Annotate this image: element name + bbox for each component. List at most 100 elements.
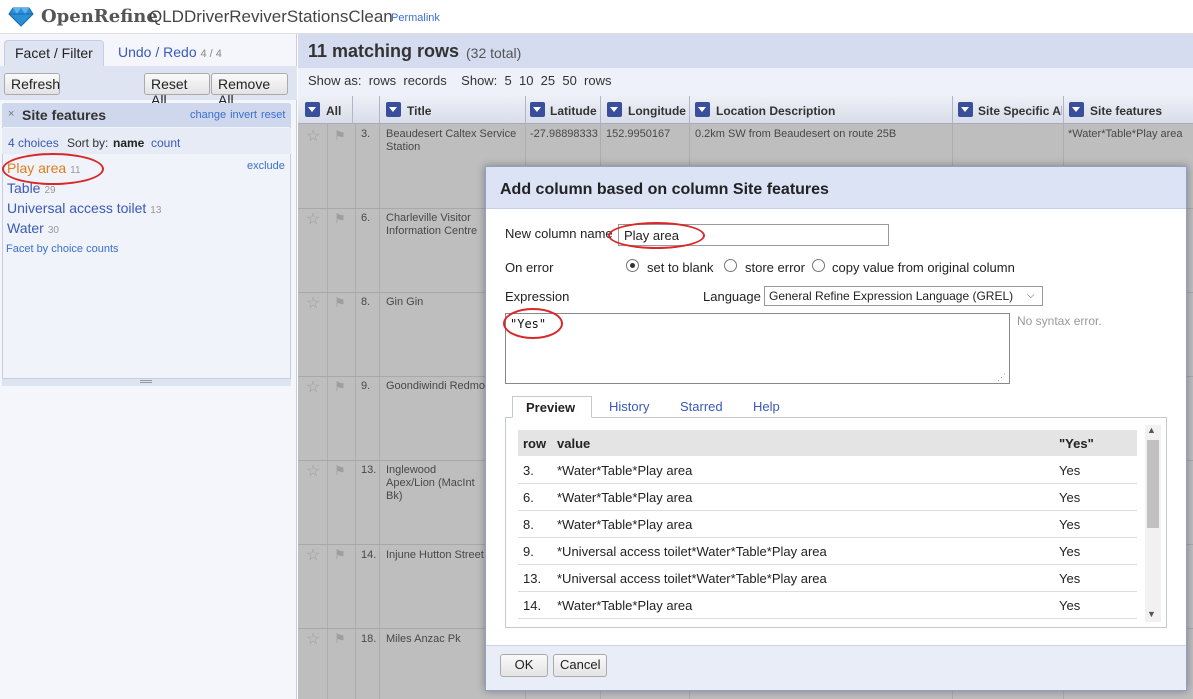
col-divider bbox=[379, 96, 380, 124]
facet-title: Site features bbox=[22, 107, 107, 123]
col-divider bbox=[1063, 96, 1064, 124]
column-menu-icon[interactable] bbox=[958, 102, 973, 117]
app-name[interactable]: OpenRefine bbox=[41, 6, 158, 27]
sort-by-count[interactable]: count bbox=[151, 136, 180, 150]
radio-copy-value[interactable] bbox=[812, 259, 825, 272]
column-menu-icon[interactable] bbox=[386, 102, 401, 117]
close-icon[interactable]: × bbox=[8, 108, 14, 120]
column-menu-icon[interactable] bbox=[1069, 102, 1084, 117]
choice-count: 30 bbox=[47, 225, 59, 236]
ok-button[interactable]: OK bbox=[500, 654, 548, 677]
tab-undo-redo[interactable]: Undo / Redo 4 / 4 bbox=[118, 44, 222, 60]
project-name[interactable]: QLDDriverReviverStationsClean bbox=[149, 7, 393, 27]
row-divider bbox=[518, 564, 1137, 565]
expression-textarea[interactable]: "Yes" bbox=[505, 313, 1010, 384]
preview-row-num: 9. bbox=[523, 544, 534, 559]
column-header-longitude[interactable]: Longitude bbox=[628, 104, 686, 118]
column-header-location-description[interactable]: Location Description bbox=[716, 104, 835, 118]
preview-table-header bbox=[518, 430, 1137, 456]
scrollbar-thumb[interactable] bbox=[1147, 440, 1159, 528]
preview-row-value: *Water*Table*Play area bbox=[557, 598, 693, 613]
diamond-logo-icon[interactable] bbox=[8, 7, 34, 27]
facet-choice-water[interactable]: Water 30 bbox=[7, 220, 59, 236]
preview-row-result: Yes bbox=[1059, 517, 1081, 532]
refresh-button[interactable]: Refresh bbox=[4, 73, 60, 95]
col-divider bbox=[600, 96, 601, 124]
permalink-link[interactable]: Permalink bbox=[391, 12, 440, 24]
resize-grip-icon[interactable]: ⋰ bbox=[997, 372, 1006, 383]
preview-row-value: *Water*Table*Play area bbox=[557, 463, 693, 478]
preview-row-result: Yes bbox=[1059, 544, 1081, 559]
preview-row-result: Yes bbox=[1059, 571, 1081, 586]
choice-label: Water bbox=[7, 220, 44, 236]
store-error-label[interactable]: store error bbox=[745, 260, 805, 275]
language-select[interactable]: General Refine Expression Language (GREL… bbox=[764, 286, 1043, 306]
tab-preview[interactable]: Preview bbox=[512, 396, 592, 418]
expression-label: Expression bbox=[505, 289, 570, 304]
chevron-down-icon: ⌵ bbox=[1027, 290, 1035, 301]
facet-choice-universal-access-toilet[interactable]: Universal access toilet 13 bbox=[7, 200, 161, 216]
column-menu-icon[interactable] bbox=[695, 102, 710, 117]
preview-row-num: 13. bbox=[523, 571, 542, 586]
preview-row-value: *Universal access toilet*Water*Table*Pla… bbox=[557, 544, 827, 559]
set-to-blank-label[interactable]: set to blank bbox=[647, 260, 714, 275]
facet-actions: change invert reset bbox=[186, 109, 285, 121]
facet-reset-link[interactable]: reset bbox=[261, 109, 285, 121]
row-divider bbox=[518, 591, 1137, 592]
new-column-name-label: New column name bbox=[505, 226, 613, 241]
preview-row-num: 3. bbox=[523, 463, 534, 478]
tab-undo-count: 4 / 4 bbox=[200, 48, 222, 60]
copy-value-label[interactable]: copy value from original column bbox=[832, 260, 1015, 275]
sort-by-name[interactable]: name bbox=[113, 136, 144, 150]
preview-row-result: Yes bbox=[1059, 598, 1081, 613]
choice-count: 29 bbox=[44, 185, 56, 196]
preview-row-value: *Water*Table*Play area bbox=[557, 490, 693, 505]
tab-starred[interactable]: Starred bbox=[680, 399, 723, 414]
facet-by-choice-counts-link[interactable]: Facet by choice counts bbox=[6, 243, 119, 255]
column-menu-icon[interactable] bbox=[305, 102, 320, 117]
tab-history[interactable]: History bbox=[609, 399, 649, 414]
highlight-ring bbox=[503, 308, 563, 339]
remove-all-button[interactable]: Remove All bbox=[211, 73, 288, 108]
preview-row-num: 8. bbox=[523, 517, 534, 532]
column-header-latitude[interactable]: Latitude bbox=[550, 104, 597, 118]
col-divider bbox=[952, 96, 953, 124]
reset-all-button[interactable]: Reset All bbox=[144, 73, 210, 108]
sort-by-label: Sort by: bbox=[67, 136, 109, 150]
column-header-all[interactable]: All bbox=[326, 104, 341, 118]
row-divider bbox=[518, 537, 1137, 538]
column-header-site-features[interactable]: Site features bbox=[1090, 104, 1162, 118]
preview-col-result: "Yes" bbox=[1059, 436, 1094, 451]
row-divider bbox=[518, 510, 1137, 511]
preview-row-result: Yes bbox=[1059, 463, 1081, 478]
view-options[interactable]: Show as: rows records Show: 5 10 25 50 r… bbox=[308, 73, 611, 88]
radio-store-error[interactable] bbox=[724, 259, 737, 272]
col-divider bbox=[352, 96, 353, 124]
column-header-title[interactable]: Title bbox=[407, 104, 431, 118]
total-rows-count: (32 total) bbox=[466, 45, 522, 61]
facet-change-link[interactable]: change bbox=[190, 109, 226, 121]
exclude-link[interactable]: exclude bbox=[247, 160, 285, 172]
tab-facet-filter[interactable]: Facet / Filter bbox=[4, 40, 104, 66]
choice-count: 13 bbox=[150, 205, 162, 216]
column-menu-icon[interactable] bbox=[607, 102, 622, 117]
preview-col-value: value bbox=[557, 436, 591, 451]
matching-rows-count: 11 matching rows bbox=[308, 41, 460, 61]
scroll-down-icon[interactable]: ▼ bbox=[1147, 609, 1156, 619]
tab-help[interactable]: Help bbox=[753, 399, 780, 414]
facet-invert-link[interactable]: invert bbox=[230, 109, 257, 121]
preview-col-row: row bbox=[523, 436, 547, 451]
cancel-button[interactable]: Cancel bbox=[553, 654, 607, 677]
col-divider bbox=[525, 96, 526, 124]
scroll-up-icon[interactable]: ▲ bbox=[1147, 425, 1156, 435]
choice-label: Universal access toilet bbox=[7, 200, 147, 216]
column-header-site-specific[interactable]: Site Specific Ale bbox=[978, 104, 1062, 118]
preview-row-value: *Universal access toilet*Water*Table*Pla… bbox=[557, 571, 827, 586]
column-menu-icon[interactable] bbox=[530, 102, 545, 117]
choices-count-link[interactable]: 4 choices bbox=[8, 136, 59, 150]
preview-row-value: *Water*Table*Play area bbox=[557, 517, 693, 532]
preview-row-result: Yes bbox=[1059, 490, 1081, 505]
row-divider bbox=[518, 618, 1137, 619]
on-error-label: On error bbox=[505, 260, 554, 275]
radio-set-to-blank[interactable] bbox=[626, 259, 639, 272]
